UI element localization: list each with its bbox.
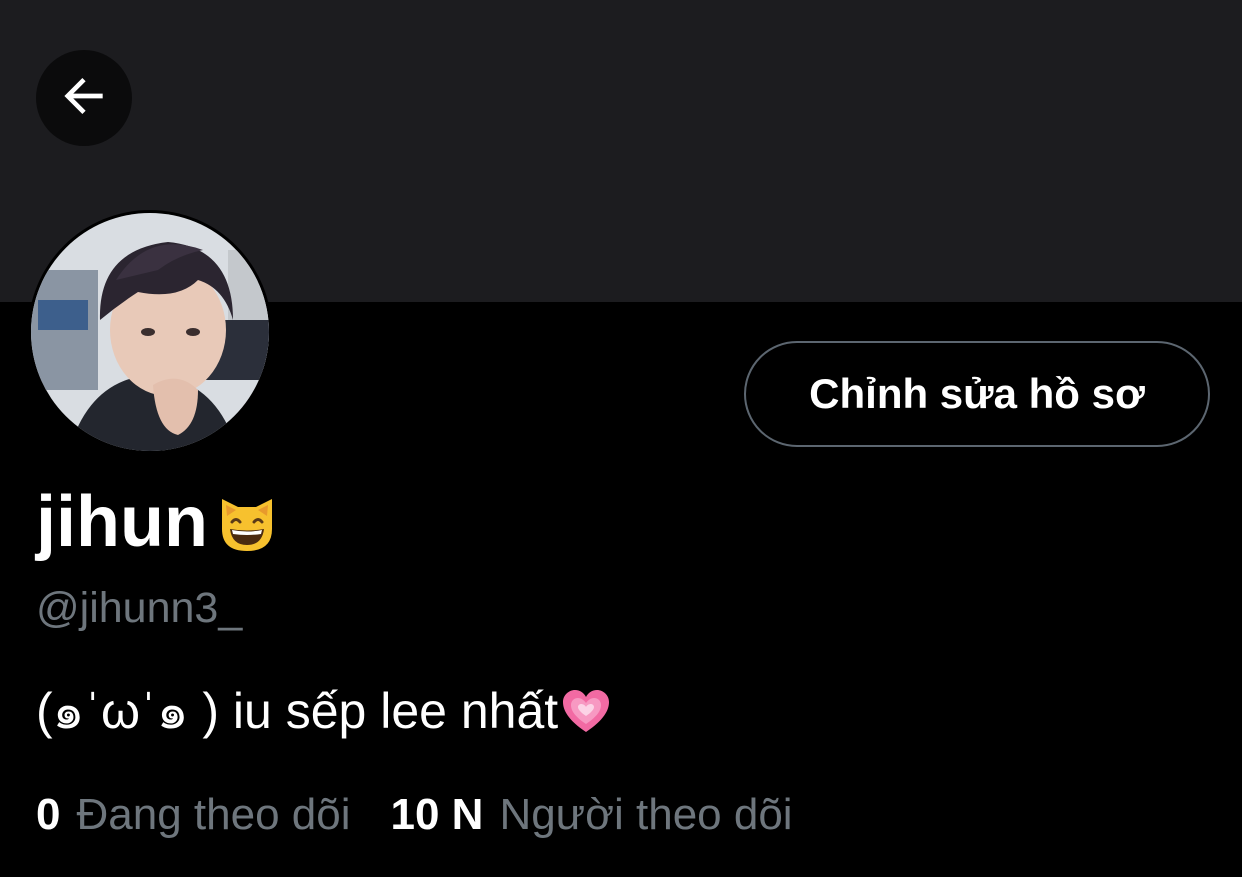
following-stat[interactable]: 0 Đang theo dõi <box>36 790 350 840</box>
profile-handle: @jihunn3_ <box>36 584 243 632</box>
display-name: jihun <box>36 486 280 558</box>
edit-profile-button[interactable]: Chỉnh sửa hồ sơ <box>744 341 1210 447</box>
followers-label: Người theo dõi <box>499 790 793 839</box>
display-name-text: jihun <box>36 482 208 562</box>
growing-heart-emoji-icon <box>560 686 612 738</box>
avatar[interactable] <box>28 210 272 454</box>
following-count: 0 <box>36 790 61 839</box>
followers-stat[interactable]: 10 N Người theo dõi <box>390 790 792 840</box>
grinning-cat-emoji-icon <box>214 489 280 555</box>
back-button[interactable] <box>36 50 132 146</box>
profile-bio: (๑ˈωˈ๑ ) iu sếp lee nhất <box>36 672 612 751</box>
bio-text: (๑ˈωˈ๑ ) iu sếp lee nhất <box>36 683 559 739</box>
following-label: Đang theo dõi <box>76 790 351 839</box>
profile-stats: 0 Đang theo dõi 10 N Người theo dõi <box>36 790 793 840</box>
followers-count: 10 N <box>390 790 484 839</box>
arrow-left-icon <box>56 68 112 129</box>
